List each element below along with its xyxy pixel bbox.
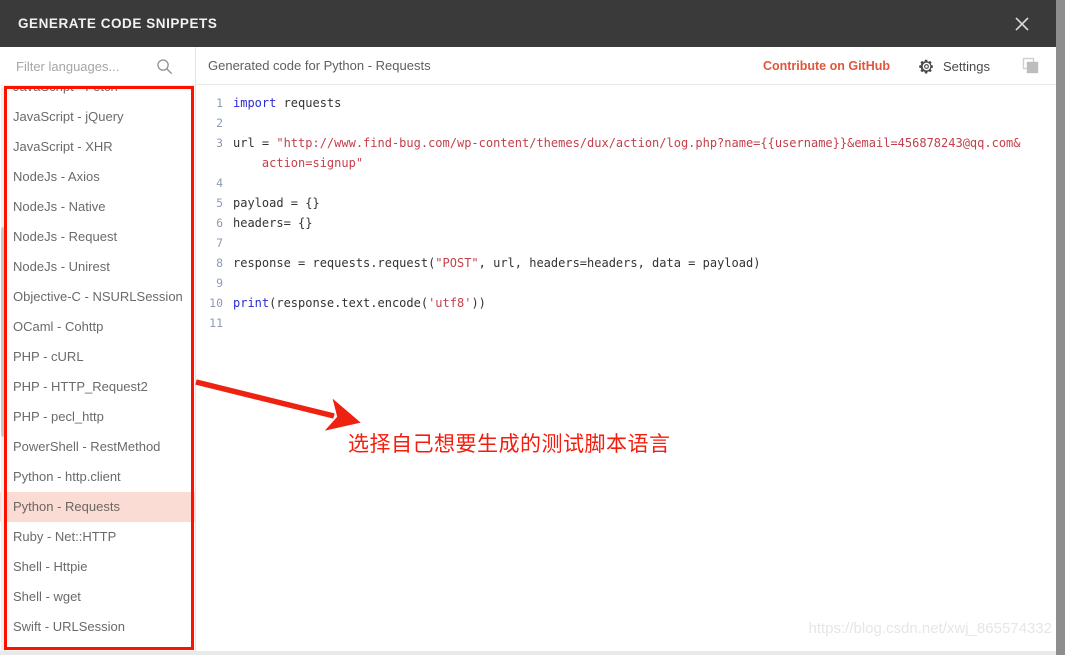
gear-icon: [919, 59, 933, 73]
line-number: 4: [216, 176, 223, 190]
language-list-item[interactable]: Swift - URLSession: [0, 612, 195, 642]
code-line: 10 print(response.text.encode('utf8')): [197, 293, 1056, 313]
code-line-text: import requests: [233, 93, 341, 113]
language-list-item[interactable]: PHP - HTTP_Request2: [0, 372, 195, 402]
code-line: action=signup": [197, 153, 1056, 173]
code-token: import: [233, 96, 284, 110]
code-line-text: response = requests.request("POST", url,…: [233, 253, 760, 273]
language-list: JavaScript - Fetch JavaScript - jQuery Jav…: [0, 86, 195, 642]
code-token: action=signup": [233, 156, 364, 170]
code-header-title: Generated code for Python - Requests: [208, 58, 431, 73]
language-list-scroll[interactable]: JavaScript - Fetch JavaScript - jQuery Jav…: [0, 86, 195, 655]
code-line: 5 payload = {}: [197, 193, 1056, 213]
line-number: 11: [209, 316, 223, 330]
code-token: print: [233, 296, 270, 310]
bottom-strip: [0, 651, 1056, 655]
code-token: response = requests.request(: [233, 256, 436, 270]
close-button[interactable]: [1000, 0, 1044, 47]
code-line-text: payload = {}: [233, 193, 320, 213]
copy-button[interactable]: [1020, 55, 1042, 77]
contribute-on-github-link[interactable]: Contribute on GitHub: [763, 59, 890, 73]
language-list-item[interactable]: Shell - Httpie: [0, 552, 195, 582]
code-line: 6 headers= {}: [197, 213, 1056, 233]
code-line-text: action=signup": [233, 153, 363, 173]
language-list-item[interactable]: NodeJs - Native: [0, 192, 195, 222]
code-token: 'utf8': [428, 296, 472, 310]
line-number: 1: [216, 96, 223, 110]
code-line: 7: [197, 233, 1056, 253]
language-list-item[interactable]: NodeJs - Request: [0, 222, 195, 252]
line-number: [197, 153, 233, 173]
code-line-text: headers= {}: [233, 213, 312, 233]
language-list-item[interactable]: Python - http.client: [0, 462, 195, 492]
code-line: 4: [197, 173, 1056, 193]
code-line: 3 url = "http://www.find-bug.com/wp-conte…: [197, 133, 1056, 153]
line-number: 7: [216, 236, 223, 250]
language-list-item[interactable]: Objective-C - NSURLSession: [0, 282, 195, 312]
line-number: 6: [216, 216, 223, 230]
language-list-item[interactable]: PHP - pecl_http: [0, 402, 195, 432]
language-list-item[interactable]: PowerShell - RestMethod: [0, 432, 195, 462]
code-header: Generated code for Python - Requests Con…: [197, 47, 1056, 85]
line-number: 5: [216, 196, 223, 210]
code-pane: Generated code for Python - Requests Con…: [197, 47, 1056, 655]
page-right-gutter: [1056, 0, 1065, 655]
code-line: 1 import requests: [197, 93, 1056, 113]
line-number: 8: [216, 256, 223, 270]
page-canvas: GENERATE CODE SNIPPETS JavaScript - Fetc…: [0, 0, 1056, 655]
code-line: 2: [197, 113, 1056, 133]
code-line-text: print(response.text.encode('utf8')): [233, 293, 486, 313]
code-line: 8 response = requests.request("POST", url…: [197, 253, 1056, 273]
language-sidebar: JavaScript - FetchJavaScript - jQueryJav…: [0, 47, 196, 655]
language-list-item[interactable]: JavaScript - XHR: [0, 132, 195, 162]
code-line: 9: [197, 273, 1056, 293]
code-editor[interactable]: 1 import requests 2 3 url = "http://www.find…: [197, 85, 1056, 655]
line-number: 2: [216, 116, 223, 130]
window-title: GENERATE CODE SNIPPETS: [18, 16, 218, 31]
settings-label: Settings: [943, 58, 990, 74]
language-list-item[interactable]: NodeJs - Unirest: [0, 252, 195, 282]
code-token: (response.text.encode(: [269, 296, 429, 310]
language-list-item[interactable]: OCaml - Cohttp: [0, 312, 195, 342]
line-number: 10: [209, 296, 223, 310]
filter-row: [0, 47, 195, 86]
code-token: url =: [233, 136, 277, 150]
language-list-item[interactable]: Ruby - Net::HTTP: [0, 522, 195, 552]
line-number: 3: [216, 136, 223, 150]
language-list-item[interactable]: PHP - cURL: [0, 342, 195, 372]
search-input[interactable]: [0, 48, 150, 84]
language-list-item[interactable]: JavaScript - Fetch: [0, 86, 195, 102]
window-titlebar: GENERATE CODE SNIPPETS: [0, 0, 1056, 47]
language-list-item[interactable]: JavaScript - jQuery: [0, 102, 195, 132]
code-line: 11: [197, 313, 1056, 333]
language-list-item[interactable]: Python - Requests: [0, 492, 195, 522]
settings-button[interactable]: Settings: [918, 58, 990, 75]
code-line-text: url = "http://www.find-bug.com/wp-conten…: [233, 133, 1021, 153]
code-token: "POST": [435, 256, 479, 270]
app-root: GENERATE CODE SNIPPETS JavaScript - Fetc…: [0, 0, 1065, 655]
code-token: "http://www.find-bug.com/wp-content/them…: [276, 136, 1021, 150]
language-list-item[interactable]: NodeJs - Axios: [0, 162, 195, 192]
code-token: headers= {}: [233, 216, 313, 230]
code-token: , url, headers=headers, data = payload): [478, 256, 761, 270]
code-token: payload = {}: [233, 196, 320, 210]
sidebar-scrollbar-thumb[interactable]: [1, 227, 6, 437]
close-icon: [1015, 16, 1029, 31]
code-token: )): [471, 296, 486, 310]
code-token: requests: [283, 96, 342, 110]
code-lines: 1 import requests 2 3 url = "http://www.find…: [197, 85, 1056, 333]
search-icon[interactable]: [156, 58, 173, 75]
language-list-item[interactable]: Shell - wget: [0, 582, 195, 612]
copy-icon: [1022, 57, 1039, 74]
header-actions: Contribute on GitHub Settings: [763, 47, 1056, 85]
line-number: 9: [216, 276, 223, 290]
